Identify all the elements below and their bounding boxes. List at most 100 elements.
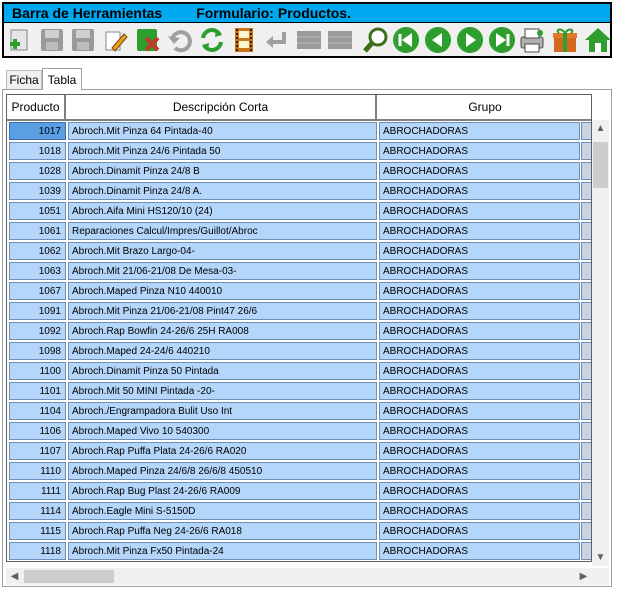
tab-ficha[interactable]: Ficha	[6, 70, 42, 89]
cell-producto[interactable]: 1107	[9, 442, 66, 460]
cell-descripcion[interactable]: Abroch.Mit Pinza 21/06-21/08 Pint47 26/6	[68, 302, 377, 320]
next-record-button[interactable]	[456, 26, 484, 54]
vertical-scroll-thumb[interactable]	[593, 142, 608, 188]
cell-descripcion[interactable]: Abroch.Rap Bowfin 24-26/6 25H RA008	[68, 322, 377, 340]
cell-descripcion[interactable]: Abroch.Maped Pinza N10 440010	[68, 282, 377, 300]
scroll-down-icon[interactable]: ▼	[592, 549, 609, 566]
cell-producto[interactable]: 1114	[9, 502, 66, 520]
table-row[interactable]: 1111 Abroch.Rap Bug Plast 24-26/6 RA009 AB…	[7, 481, 591, 501]
cell-extra[interactable]	[581, 242, 591, 260]
cell-extra[interactable]	[581, 302, 591, 320]
cell-extra[interactable]	[581, 322, 591, 340]
cell-grupo[interactable]: ABROCHADORAS	[379, 422, 580, 440]
list-button[interactable]	[295, 26, 323, 54]
cell-extra[interactable]	[581, 162, 591, 180]
cell-descripcion[interactable]: Abroch./Engrampadora Bulit Uso Int	[68, 402, 377, 420]
cell-producto[interactable]: 1063	[9, 262, 66, 280]
table-row[interactable]: 1101 Abroch.Mit 50 MINI Pintada -20- ABROC…	[7, 381, 591, 401]
cell-producto[interactable]: 1098	[9, 342, 66, 360]
cell-grupo[interactable]: ABROCHADORAS	[379, 302, 580, 320]
cell-grupo[interactable]: ABROCHADORAS	[379, 442, 580, 460]
cell-producto[interactable]: 1091	[9, 302, 66, 320]
cell-producto[interactable]: 1092	[9, 322, 66, 340]
cell-descripcion[interactable]: Abroch.Maped 24-24/6 440210	[68, 342, 377, 360]
scroll-left-icon[interactable]: ◀	[6, 568, 23, 585]
cell-grupo[interactable]: ABROCHADORAS	[379, 382, 580, 400]
cell-extra[interactable]	[581, 442, 591, 460]
table-row[interactable]: 1039 Abroch.Dinamit Pinza 24/8 A. ABROCHAD…	[7, 181, 591, 201]
scroll-up-icon[interactable]: ▲	[592, 120, 609, 137]
column-header-descripcion[interactable]: Descripción Corta	[66, 95, 377, 119]
cell-producto[interactable]: 1104	[9, 402, 66, 420]
table-row[interactable]: 1091 Abroch.Mit Pinza 21/06-21/08 Pint47 …	[7, 301, 591, 321]
enter-button[interactable]	[262, 26, 290, 54]
cell-descripcion[interactable]: Abroch.Maped Pinza 24/6/8 26/6/8 450510	[68, 462, 377, 480]
table-row[interactable]: 1106 Abroch.Maped Vivo 10 540300 ABROCHADO…	[7, 421, 591, 441]
table-row[interactable]: 1067 Abroch.Maped Pinza N10 440010 ABROCHA…	[7, 281, 591, 301]
cell-grupo[interactable]: ABROCHADORAS	[379, 202, 580, 220]
cell-producto[interactable]: 1101	[9, 382, 66, 400]
cell-descripcion[interactable]: Abroch.Mit 21/06-21/08 De Mesa-03-	[68, 262, 377, 280]
gift-button[interactable]	[551, 26, 579, 54]
first-record-button[interactable]	[392, 26, 420, 54]
cell-grupo[interactable]: ABROCHADORAS	[379, 262, 580, 280]
cell-descripcion[interactable]: Abroch.Mit Pinza Fx50 Pintada-24	[68, 542, 377, 560]
cell-grupo[interactable]: ABROCHADORAS	[379, 242, 580, 260]
vertical-scrollbar[interactable]: ▲ ▼	[592, 120, 609, 566]
tab-tabla[interactable]: Tabla	[42, 68, 82, 90]
last-record-button[interactable]	[488, 26, 516, 54]
edit-pencil-button[interactable]	[102, 26, 130, 54]
search-button[interactable]	[362, 26, 390, 54]
cell-grupo[interactable]: ABROCHADORAS	[379, 322, 580, 340]
cell-descripcion[interactable]: Abroch.Aifa Mini HS120/10 (24)	[68, 202, 377, 220]
film-button[interactable]	[230, 26, 258, 54]
cell-grupo[interactable]: ABROCHADORAS	[379, 362, 580, 380]
cell-grupo[interactable]: ABROCHADORAS	[379, 462, 580, 480]
cell-producto[interactable]: 1017	[9, 122, 66, 140]
cell-grupo[interactable]: ABROCHADORAS	[379, 522, 580, 540]
undo-button[interactable]	[166, 26, 194, 54]
cell-descripcion[interactable]: Reparaciones Calcul/Impres/Guillot/Abroc	[68, 222, 377, 240]
column-header-producto[interactable]: Producto	[7, 95, 66, 119]
cell-descripcion[interactable]: Abroch.Maped Vivo 10 540300	[68, 422, 377, 440]
cell-descripcion[interactable]: Abroch.Dinamit Pinza 50 Pintada	[68, 362, 377, 380]
cell-extra[interactable]	[581, 522, 591, 540]
table-row[interactable]: 1092 Abroch.Rap Bowfin 24-26/6 25H RA008 A…	[7, 321, 591, 341]
cell-grupo[interactable]: ABROCHADORAS	[379, 502, 580, 520]
cell-producto[interactable]: 1115	[9, 522, 66, 540]
cell-descripcion[interactable]: Abroch.Mit 50 MINI Pintada -20-	[68, 382, 377, 400]
cell-descripcion[interactable]: Abroch.Rap Bug Plast 24-26/6 RA009	[68, 482, 377, 500]
table-row[interactable]: 1098 Abroch.Maped 24-24/6 440210 ABROCHADO…	[7, 341, 591, 361]
cell-producto[interactable]: 1039	[9, 182, 66, 200]
cell-extra[interactable]	[581, 142, 591, 160]
save-button[interactable]	[38, 26, 66, 54]
cell-extra[interactable]	[581, 282, 591, 300]
table-row[interactable]: 1062 Abroch.Mit Brazo Largo-04- ABROCHADOR…	[7, 241, 591, 261]
cell-producto[interactable]: 1110	[9, 462, 66, 480]
table-row[interactable]: 1017 Abroch.Mit Pinza 64 Pintada-40 ABROCH…	[7, 121, 591, 141]
cell-descripcion[interactable]: Abroch.Rap Puffa Neg 24-26/6 RA018	[68, 522, 377, 540]
scroll-right-icon[interactable]: ▶	[575, 568, 592, 585]
table-row[interactable]: 1115 Abroch.Rap Puffa Neg 24-26/6 RA018 AB…	[7, 521, 591, 541]
cell-extra[interactable]	[581, 462, 591, 480]
cell-extra[interactable]	[581, 362, 591, 380]
cell-grupo[interactable]: ABROCHADORAS	[379, 482, 580, 500]
cell-grupo[interactable]: ABROCHADORAS	[379, 142, 580, 160]
cell-descripcion[interactable]: Abroch.Mit Pinza 24/6 Pintada 50	[68, 142, 377, 160]
cell-extra[interactable]	[581, 222, 591, 240]
cell-producto[interactable]: 1018	[9, 142, 66, 160]
cell-producto[interactable]: 1028	[9, 162, 66, 180]
cell-extra[interactable]	[581, 542, 591, 560]
previous-record-button[interactable]	[424, 26, 452, 54]
print-button[interactable]	[518, 26, 546, 54]
cell-producto[interactable]: 1118	[9, 542, 66, 560]
cell-extra[interactable]	[581, 122, 591, 140]
cell-producto[interactable]: 1100	[9, 362, 66, 380]
table-row[interactable]: 1110 Abroch.Maped Pinza 24/6/8 26/6/8 450…	[7, 461, 591, 481]
horizontal-scroll-thumb[interactable]	[24, 570, 114, 583]
table-row[interactable]: 1063 Abroch.Mit 21/06-21/08 De Mesa-03- AB…	[7, 261, 591, 281]
cell-extra[interactable]	[581, 382, 591, 400]
table-row[interactable]: 1118 Abroch.Mit Pinza Fx50 Pintada-24 ABRO…	[7, 541, 591, 561]
cell-grupo[interactable]: ABROCHADORAS	[379, 282, 580, 300]
cell-producto[interactable]: 1111	[9, 482, 66, 500]
